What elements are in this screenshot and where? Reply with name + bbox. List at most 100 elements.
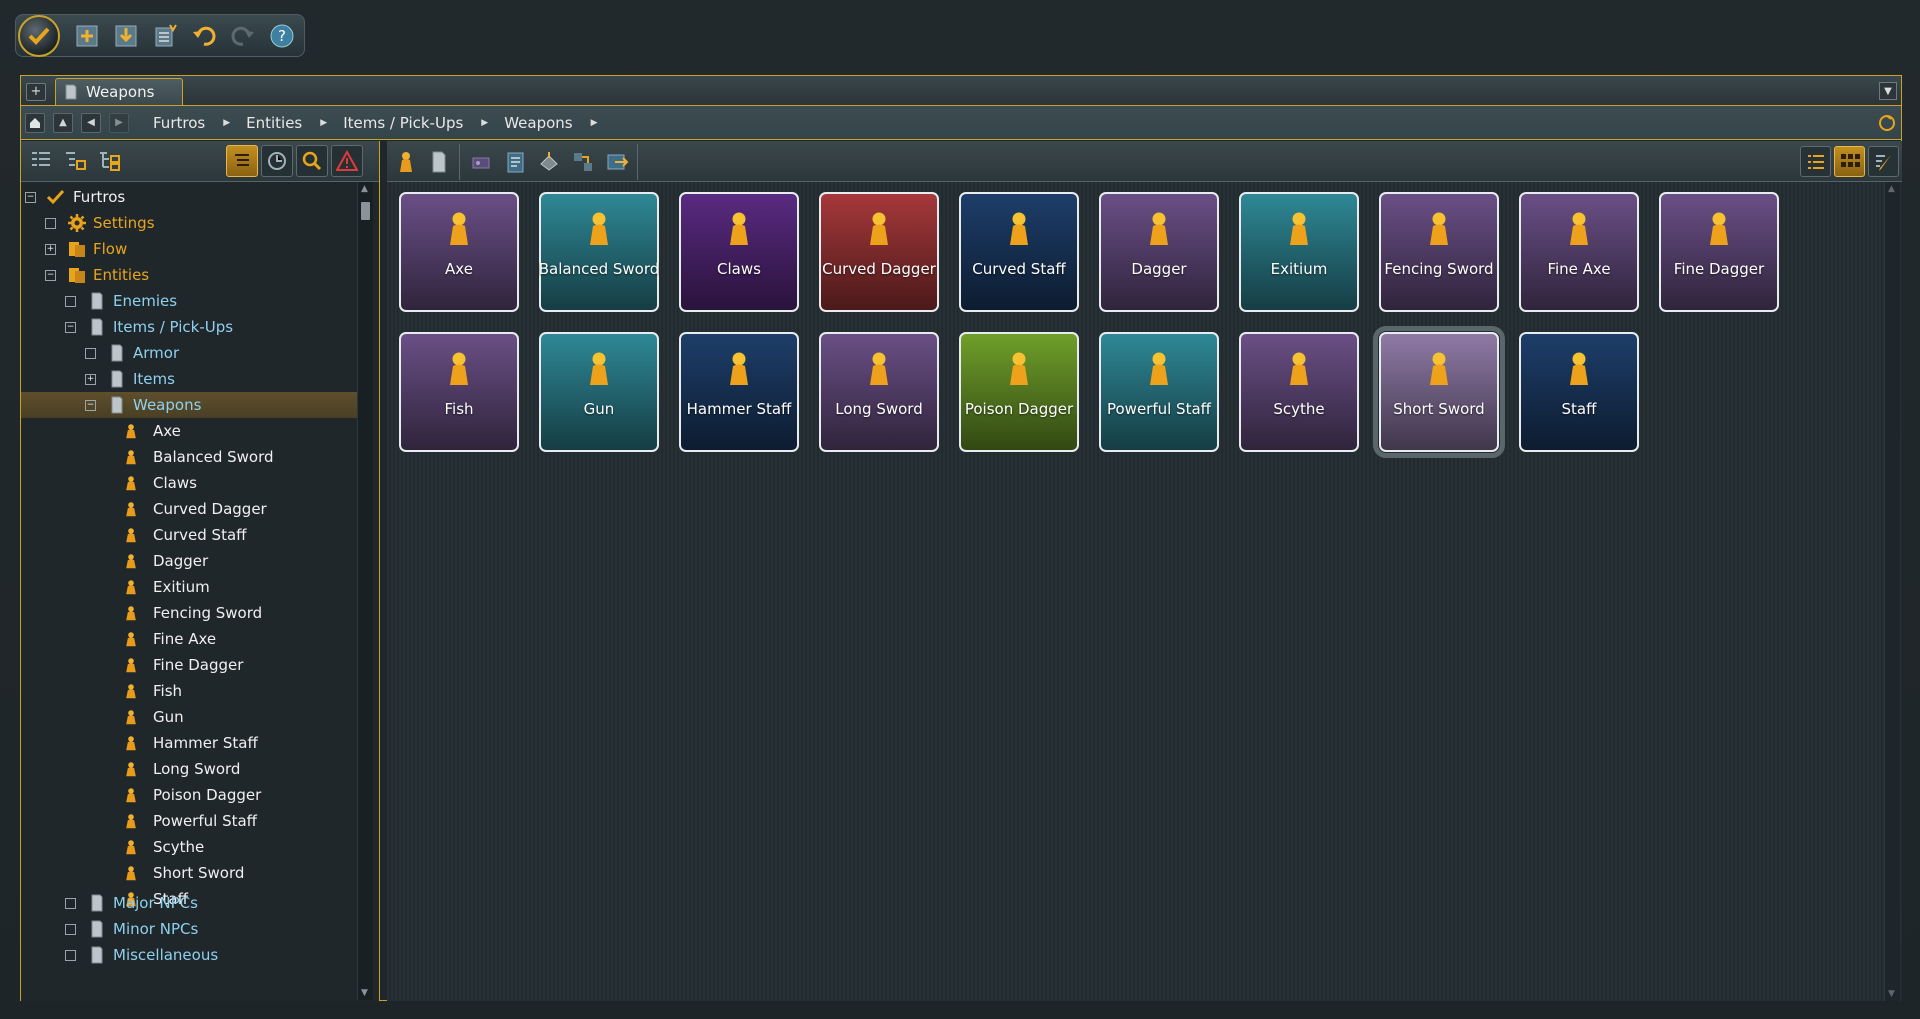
tree-node-major-npcs[interactable]: Major NPCs [21, 890, 361, 916]
tree-node-weapon[interactable]: Curved Staff [21, 522, 361, 548]
new-button[interactable] [70, 19, 103, 52]
add-tab-button[interactable]: + [26, 83, 46, 101]
collapse-all-button[interactable] [59, 145, 91, 177]
entity-tile[interactable]: Short Sword [1373, 326, 1505, 458]
home-button[interactable] [25, 112, 45, 133]
breadcrumb-item[interactable]: Entities [246, 114, 302, 132]
breadcrumb-separator-icon[interactable]: ▶ [320, 118, 327, 128]
forward-button[interactable]: ▶ [109, 112, 129, 133]
collapse-icon[interactable]: − [25, 191, 36, 203]
search-button[interactable] [296, 145, 328, 177]
entity-tile[interactable]: Gun [539, 332, 659, 452]
entity-tile[interactable]: Scythe [1239, 332, 1359, 452]
tree-node-entities[interactable]: − Entities [21, 262, 361, 288]
tree-node-miscellaneous[interactable]: Miscellaneous [21, 942, 361, 968]
back-button[interactable]: ◀ [81, 112, 101, 133]
tree-node-weapon[interactable]: Long Sword [21, 756, 361, 782]
entity-tile[interactable]: Curved Staff [959, 192, 1079, 312]
collapse-icon[interactable]: − [65, 321, 76, 333]
collapse-icon[interactable]: − [45, 269, 56, 281]
tree-node-weapon[interactable]: Fine Dagger [21, 652, 361, 678]
new-location-button[interactable] [533, 146, 564, 177]
new-flow-button[interactable] [601, 146, 632, 177]
tree-node-weapon[interactable]: Balanced Sword [21, 444, 361, 470]
tree-node-weapon[interactable]: Exitium [21, 574, 361, 600]
new-document-button[interactable] [499, 146, 530, 177]
generate-button[interactable] [148, 19, 181, 52]
tree-node-weapon[interactable]: Fish [21, 678, 361, 704]
entity-tile[interactable]: Axe [399, 192, 519, 312]
tree-view-button[interactable] [93, 145, 125, 177]
expand-icon[interactable]: + [85, 373, 96, 385]
tree-node-items-pickups[interactable]: − Items / Pick-Ups [21, 314, 361, 340]
save-button[interactable] [109, 19, 142, 52]
tree-node-armor[interactable]: Armor [21, 340, 361, 366]
tree-node-weapon[interactable]: Scythe [21, 834, 361, 860]
entity-tile[interactable]: Fine Axe [1519, 192, 1639, 312]
tree-node-minor-npcs[interactable]: Minor NPCs [21, 916, 361, 942]
entity-tile[interactable]: Balanced Sword [539, 192, 659, 312]
tree-node-weapon[interactable]: Claws [21, 470, 361, 496]
help-button[interactable]: ? [265, 19, 298, 52]
entity-tile[interactable]: Exitium [1239, 192, 1359, 312]
breadcrumb-separator-icon[interactable]: ▶ [481, 118, 488, 128]
tab-weapons[interactable]: Weapons [55, 78, 183, 105]
entity-tile[interactable]: Staff [1519, 332, 1639, 452]
sync-icon[interactable] [1877, 113, 1897, 133]
tree-node-items[interactable]: + Items [21, 366, 361, 392]
tile-view-button[interactable] [1834, 146, 1865, 177]
collapse-icon[interactable]: − [85, 399, 96, 411]
scroll-down-icon[interactable]: ▼ [1888, 989, 1895, 999]
entity-tile[interactable]: Hammer Staff [679, 332, 799, 452]
breadcrumb-item[interactable]: Items / Pick-Ups [343, 114, 463, 132]
new-folder-button[interactable] [423, 146, 454, 177]
tree-scrollbar[interactable]: ▲ ▼ [357, 182, 373, 1000]
tree-node-weapon[interactable]: Gun [21, 704, 361, 730]
new-asset-button[interactable] [465, 146, 496, 177]
entity-tile[interactable]: Dagger [1099, 192, 1219, 312]
entity-tile[interactable]: Fencing Sword [1379, 192, 1499, 312]
list-view-button[interactable] [1800, 146, 1831, 177]
tab-menu-button[interactable]: ▼ [1879, 82, 1897, 100]
tree-node-weapons[interactable]: − Weapons [21, 392, 361, 418]
entity-tile[interactable]: Fish [399, 332, 519, 452]
new-journey-button[interactable] [567, 146, 598, 177]
tree-node-weapon[interactable]: Poison Dagger [21, 782, 361, 808]
entity-tile[interactable]: Long Sword [819, 332, 939, 452]
tree-node-weapon[interactable]: Powerful Staff [21, 808, 361, 834]
scroll-up-icon[interactable]: ▲ [361, 184, 368, 194]
redo-button[interactable] [226, 19, 259, 52]
entity-tile[interactable]: Curved Dagger [819, 192, 939, 312]
tree-node-enemies[interactable]: Enemies [21, 288, 361, 314]
breadcrumb-separator-icon[interactable]: ▶ [591, 118, 598, 128]
app-logo-button[interactable] [18, 15, 60, 57]
entity-tile[interactable]: Claws [679, 192, 799, 312]
scroll-up-icon[interactable]: ▲ [1888, 184, 1895, 194]
tree-node-weapon[interactable]: Dagger [21, 548, 361, 574]
tree-node-weapon[interactable]: Fencing Sword [21, 600, 361, 626]
entity-tile[interactable]: Powerful Staff [1099, 332, 1219, 452]
entity-tile[interactable]: Poison Dagger [959, 332, 1079, 452]
up-button[interactable]: ▲ [53, 112, 73, 133]
navigator-button[interactable] [261, 145, 293, 177]
new-entity-button[interactable] [390, 146, 421, 177]
tree-node-weapon[interactable]: Curved Dagger [21, 496, 361, 522]
scroll-down-icon[interactable]: ▼ [361, 988, 368, 998]
tree-node-weapon[interactable]: Axe [21, 418, 361, 444]
expand-all-button[interactable] [25, 145, 57, 177]
undo-button[interactable] [187, 19, 220, 52]
tree-node-furtros[interactable]: − Furtros [21, 184, 361, 210]
breadcrumb-separator-icon[interactable]: ▶ [223, 118, 230, 128]
journal-button[interactable] [331, 145, 363, 177]
content-scrollbar[interactable]: ▲ ▼ [1884, 182, 1900, 1001]
breadcrumb-item[interactable]: Weapons [504, 114, 572, 132]
tree-node-weapon[interactable]: Fine Axe [21, 626, 361, 652]
tree-node-weapon[interactable]: Hammer Staff [21, 730, 361, 756]
entity-tile[interactable]: Fine Dagger [1659, 192, 1779, 312]
breadcrumb-item[interactable]: Furtros [153, 114, 205, 132]
property-view-button[interactable] [1868, 146, 1899, 177]
tree-node-weapon[interactable]: Short Sword [21, 860, 361, 886]
tree-node-settings[interactable]: Settings [21, 210, 361, 236]
expand-icon[interactable]: + [45, 243, 56, 255]
scroll-thumb[interactable] [361, 202, 370, 220]
